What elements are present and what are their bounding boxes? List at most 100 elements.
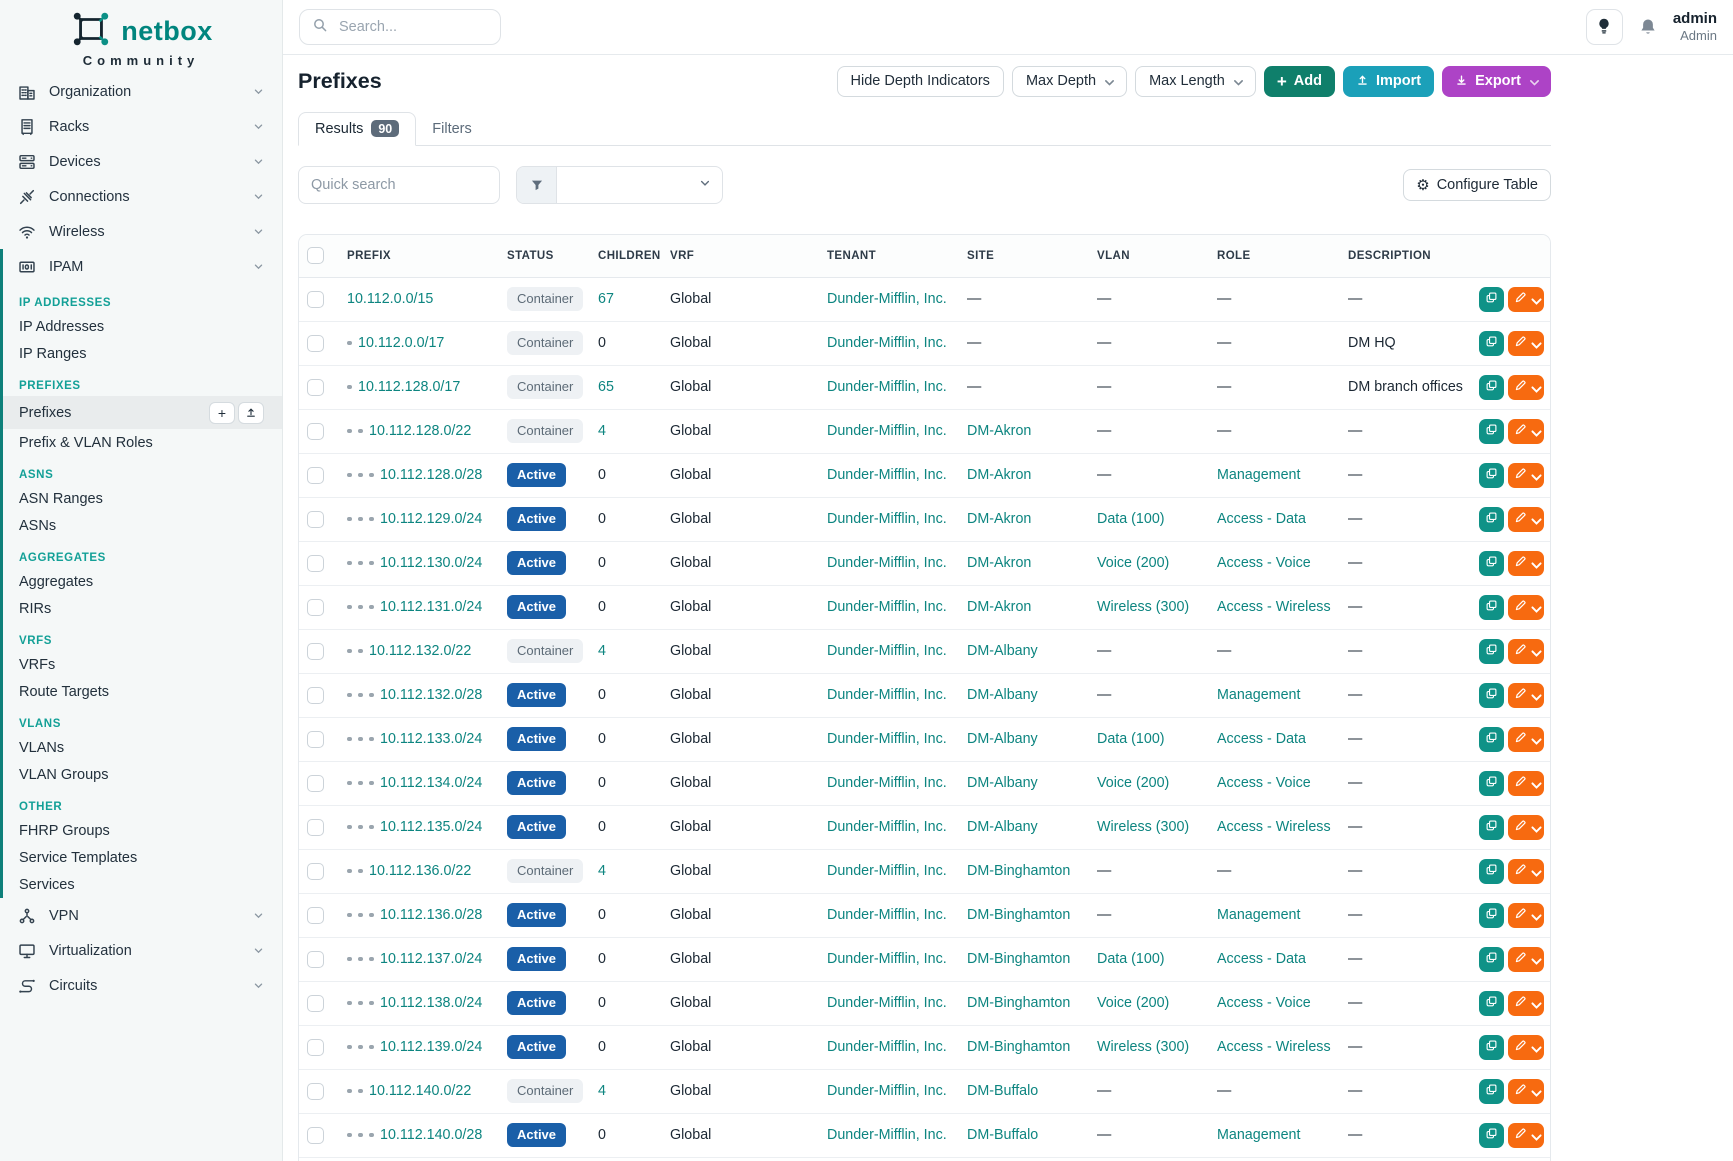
row-checkbox[interactable] [307,335,324,352]
sidebar-item-ipam[interactable]: IPAM [3,249,282,284]
role-link[interactable]: Access - Wireless [1217,819,1331,835]
children-count[interactable]: 4 [598,423,606,439]
children-count[interactable]: 4 [598,643,606,659]
edit-button[interactable] [1508,331,1544,356]
vlan-link[interactable]: Wireless (300) [1097,599,1189,615]
tenant-link[interactable]: Dunder-Mifflin, Inc. [827,687,947,703]
column-header-site[interactable]: SITE [959,235,1089,277]
edit-button[interactable] [1508,375,1544,400]
clone-button[interactable] [1479,903,1504,928]
clone-button[interactable] [1479,331,1504,356]
edit-button[interactable] [1508,595,1544,620]
clone-button[interactable] [1479,639,1504,664]
clone-button[interactable] [1479,771,1504,796]
clone-button[interactable] [1479,463,1504,488]
edit-button[interactable] [1508,683,1544,708]
vlan-link[interactable]: Data (100) [1097,951,1165,967]
vlan-link[interactable]: Voice (200) [1097,555,1169,571]
max-length-dropdown[interactable]: Max Length [1135,66,1256,97]
row-checkbox[interactable] [307,1039,324,1056]
children-count[interactable]: 65 [598,379,614,395]
vlan-link[interactable]: Voice (200) [1097,995,1169,1011]
tab-filters[interactable]: Filters [416,112,487,146]
sidebar-item-aggregates[interactable]: Aggregates [3,568,282,595]
clone-button[interactable] [1479,815,1504,840]
tenant-link[interactable]: Dunder-Mifflin, Inc. [827,1127,947,1143]
vlan-link[interactable]: Data (100) [1097,731,1165,747]
clone-button[interactable] [1479,595,1504,620]
prefix-link[interactable]: 10.112.135.0/24 [380,819,482,835]
prefix-link[interactable]: 10.112.0.0/15 [347,291,433,307]
edit-button[interactable] [1508,1079,1544,1104]
tenant-link[interactable]: Dunder-Mifflin, Inc. [827,511,947,527]
sidebar-item-organization[interactable]: Organization [0,74,282,109]
row-checkbox[interactable] [307,291,324,308]
tenant-link[interactable]: Dunder-Mifflin, Inc. [827,775,947,791]
edit-button[interactable] [1508,639,1544,664]
tenant-link[interactable]: Dunder-Mifflin, Inc. [827,995,947,1011]
sidebar-item-asn-ranges[interactable]: ASN Ranges [3,485,282,512]
edit-button[interactable] [1508,507,1544,532]
row-checkbox[interactable] [307,467,324,484]
configure-table-button[interactable]: ⚙ Configure Table [1403,169,1551,201]
clone-button[interactable] [1479,1079,1504,1104]
export-button[interactable]: Export [1442,66,1551,97]
row-checkbox[interactable] [307,687,324,704]
tenant-link[interactable]: Dunder-Mifflin, Inc. [827,1039,947,1055]
prefix-link[interactable]: 10.112.128.0/22 [369,423,471,439]
row-checkbox[interactable] [307,379,324,396]
global-search-input[interactable] [337,18,488,36]
tenant-link[interactable]: Dunder-Mifflin, Inc. [827,423,947,439]
tenant-link[interactable]: Dunder-Mifflin, Inc. [827,1083,947,1099]
prefix-link[interactable]: 10.112.136.0/22 [369,863,471,879]
quick-search-input[interactable] [298,166,500,204]
column-header-description[interactable]: DESCRIPTION [1340,235,1473,277]
tenant-link[interactable]: Dunder-Mifflin, Inc. [827,599,947,615]
column-header-status[interactable]: STATUS [499,235,590,277]
site-link[interactable]: DM-Albany [967,775,1038,791]
sidebar-item-virtualization[interactable]: Virtualization [0,933,282,968]
role-link[interactable]: Management [1217,687,1300,703]
sidebar-item-vpn[interactable]: VPN [0,898,282,933]
vlan-link[interactable]: Data (100) [1097,511,1165,527]
tab-results[interactable]: Results 90 [298,112,416,146]
vlan-link[interactable]: Wireless (300) [1097,1039,1189,1055]
clone-button[interactable] [1479,991,1504,1016]
tenant-link[interactable]: Dunder-Mifflin, Inc. [827,555,947,571]
clone-button[interactable] [1479,1035,1504,1060]
row-checkbox[interactable] [307,1083,324,1100]
sidebar-item-wireless[interactable]: Wireless [0,214,282,249]
edit-button[interactable] [1508,815,1544,840]
role-link[interactable]: Access - Data [1217,731,1306,747]
row-checkbox[interactable] [307,643,324,660]
edit-button[interactable] [1508,947,1544,972]
site-link[interactable]: DM-Akron [967,511,1031,527]
quick-import-button[interactable] [238,402,264,424]
sidebar-item-devices[interactable]: Devices [0,144,282,179]
clone-button[interactable] [1479,1123,1504,1148]
site-link[interactable]: DM-Akron [967,467,1031,483]
sidebar-item-ip-ranges[interactable]: IP Ranges [3,340,282,367]
clone-button[interactable] [1479,507,1504,532]
sidebar-item-prefixes[interactable]: Prefixes+ [3,396,282,429]
column-header-vrf[interactable]: VRF [662,235,819,277]
children-count[interactable]: 67 [598,291,614,307]
sidebar-item-route-targets[interactable]: Route Targets [3,678,282,705]
add-button[interactable]: + Add [1264,66,1335,97]
row-checkbox[interactable] [307,731,324,748]
prefix-link[interactable]: 10.112.130.0/24 [380,555,482,571]
vlan-link[interactable]: Wireless (300) [1097,819,1189,835]
row-checkbox[interactable] [307,863,324,880]
role-link[interactable]: Management [1217,1127,1300,1143]
sidebar-item-vrfs[interactable]: VRFs [3,651,282,678]
tenant-link[interactable]: Dunder-Mifflin, Inc. [827,291,947,307]
prefix-link[interactable]: 10.112.140.0/28 [380,1127,482,1143]
site-link[interactable]: DM-Binghamton [967,1039,1070,1055]
edit-button[interactable] [1508,771,1544,796]
prefix-link[interactable]: 10.112.134.0/24 [380,775,482,791]
edit-button[interactable] [1508,551,1544,576]
sidebar-item-asns[interactable]: ASNs [3,512,282,539]
site-link[interactable]: DM-Albany [967,687,1038,703]
clone-button[interactable] [1479,947,1504,972]
edit-button[interactable] [1508,991,1544,1016]
